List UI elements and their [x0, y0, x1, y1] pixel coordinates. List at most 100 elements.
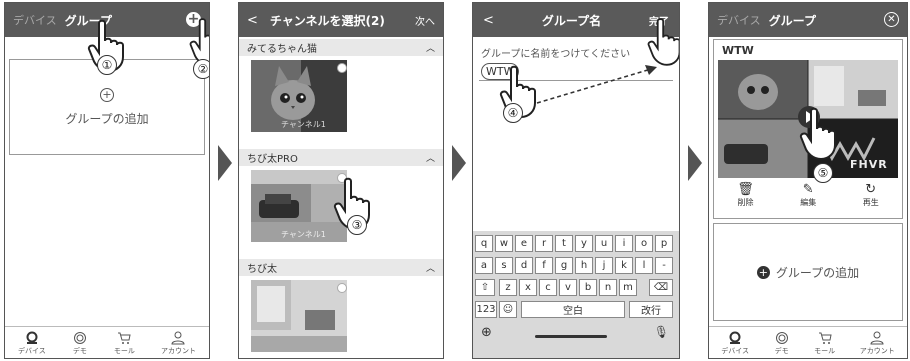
key-p[interactable]: p [655, 235, 673, 252]
microphone-icon[interactable]: 🎙︎ [654, 325, 669, 339]
bottom-tab-bar: デバイス デモ モール アカウント [709, 326, 907, 358]
back-button[interactable]: < [483, 13, 494, 28]
group-card-title: WTW [722, 44, 754, 57]
key-s[interactable]: s [495, 257, 513, 274]
device-icon [26, 331, 38, 344]
channel-thumbnail-room[interactable] [251, 280, 347, 352]
key-d[interactable]: d [515, 257, 533, 274]
step-number-4: ④ [503, 103, 523, 123]
tab-mall[interactable]: モール [814, 331, 835, 356]
checkmark-icon[interactable] [337, 283, 347, 293]
demo-icon [73, 332, 86, 344]
cart-icon [118, 332, 132, 344]
backspace-key[interactable]: ⌫ [649, 279, 673, 296]
next-button[interactable]: 次へ [415, 13, 435, 28]
key-g[interactable]: g [555, 257, 573, 274]
key-w[interactable]: w [495, 235, 513, 252]
header-bar: < チャンネルを選択(2) 次へ [239, 3, 443, 37]
shift-key[interactable]: ⇧ [475, 279, 495, 296]
key-t[interactable]: t [555, 235, 573, 252]
tab-mall[interactable]: モール [114, 331, 135, 356]
device-row[interactable]: みてるちゃん猫 ︿ [239, 39, 443, 56]
channel-thumbnail-cat[interactable]: チャンネル1 [251, 60, 347, 132]
tab-demo[interactable]: デモ [72, 331, 88, 356]
tab-devices-header[interactable]: デバイス [13, 12, 57, 28]
add-group-card[interactable]: + グループの追加 [713, 223, 903, 321]
cart-icon [818, 332, 832, 344]
tab-label: デバイス [18, 347, 46, 355]
key-k[interactable]: k [615, 257, 633, 274]
card-actions: 🗑︎ 削除 ✎ 編集 ↻ 再生 [714, 182, 902, 218]
key-j[interactable]: j [595, 257, 613, 274]
plus-circle-icon: + [100, 87, 114, 102]
thumbnail-overlay-label: チャンネル1 [281, 120, 326, 129]
key-c[interactable]: c [539, 279, 557, 296]
tab-label: アカウント [859, 347, 895, 355]
return-key[interactable]: 改行 [629, 301, 673, 318]
action-label: 削除 [737, 198, 754, 207]
tab-label: モール [113, 347, 135, 355]
device-row[interactable]: ちび太PRO ︿ [239, 149, 443, 166]
shift-icon: ⇧ [480, 282, 490, 293]
home-indicator [535, 335, 607, 338]
pointing-hand-icon [647, 18, 679, 66]
close-circle-icon[interactable]: ✕ [884, 12, 899, 27]
key-v[interactable]: v [559, 279, 577, 296]
key-m[interactable]: m [619, 279, 637, 296]
chevron-up-icon[interactable]: ︿ [426, 151, 435, 164]
emoji-key[interactable]: ☺ [499, 301, 517, 318]
logo-text: FHVR [850, 158, 888, 171]
back-button[interactable]: < [247, 13, 258, 28]
account-icon [171, 331, 185, 345]
delete-button[interactable]: 🗑︎ 削除 [737, 182, 754, 218]
header-bar: デバイス グループ ✕ [709, 3, 907, 37]
key-z[interactable]: z [499, 279, 517, 296]
tab-account[interactable]: アカウント [161, 331, 196, 356]
flow-arrow [688, 145, 702, 181]
step-number-1: ① [97, 55, 117, 75]
tab-devices[interactable]: デバイス [721, 331, 749, 356]
device-name: ちび太PRO [247, 154, 298, 165]
flow-arrow [452, 145, 466, 181]
key-hyphen[interactable]: - [655, 257, 673, 274]
key-a[interactable]: a [475, 257, 493, 274]
key-r[interactable]: r [535, 235, 553, 252]
tab-label: モール [814, 347, 836, 355]
key-i[interactable]: i [615, 235, 633, 252]
plus-circle-filled-icon: + [756, 265, 770, 279]
step-number-5: ⑤ [813, 163, 833, 183]
tab-group-header[interactable]: グループ [769, 12, 816, 29]
tab-devices-header[interactable]: デバイス [717, 12, 761, 28]
edit-icon: ✎ [802, 182, 814, 197]
account-icon [870, 331, 884, 345]
checkmark-icon[interactable] [337, 63, 347, 73]
space-key[interactable]: 空白 [521, 301, 625, 318]
key-l[interactable]: l [635, 257, 653, 274]
chevron-up-icon[interactable]: ︿ [426, 261, 435, 274]
numbers-key[interactable]: 123 [475, 301, 497, 318]
tab-demo[interactable]: デモ [774, 331, 790, 356]
chevron-up-icon[interactable]: ︿ [426, 41, 435, 54]
add-group-label: グループの追加 [65, 111, 149, 126]
key-h[interactable]: h [575, 257, 593, 274]
backspace-icon: ⌫ [653, 282, 669, 293]
tab-devices[interactable]: デバイス [18, 331, 46, 356]
key-q[interactable]: q [475, 235, 493, 252]
globe-icon[interactable]: ⊕ [481, 325, 492, 340]
key-e[interactable]: e [515, 235, 533, 252]
key-u[interactable]: u [595, 235, 613, 252]
key-f[interactable]: f [535, 257, 553, 274]
key-b[interactable]: b [579, 279, 597, 296]
channel-group-2: ちび太PRO ︿ [239, 149, 443, 166]
key-x[interactable]: x [519, 279, 537, 296]
edit-button[interactable]: ✎ 編集 [800, 182, 816, 218]
key-n[interactable]: n [599, 279, 617, 296]
tab-account[interactable]: アカウント [860, 331, 895, 356]
key-y[interactable]: y [575, 235, 593, 252]
key-o[interactable]: o [635, 235, 653, 252]
device-row[interactable]: ちび太 ︿ [239, 259, 443, 276]
group-name-placeholder: グループに名前をつけてください [481, 49, 631, 60]
demo-icon [775, 332, 788, 344]
page-title: チャンネルを選択(2) [269, 13, 385, 28]
playback-button[interactable]: ↻ 再生 [863, 182, 879, 218]
